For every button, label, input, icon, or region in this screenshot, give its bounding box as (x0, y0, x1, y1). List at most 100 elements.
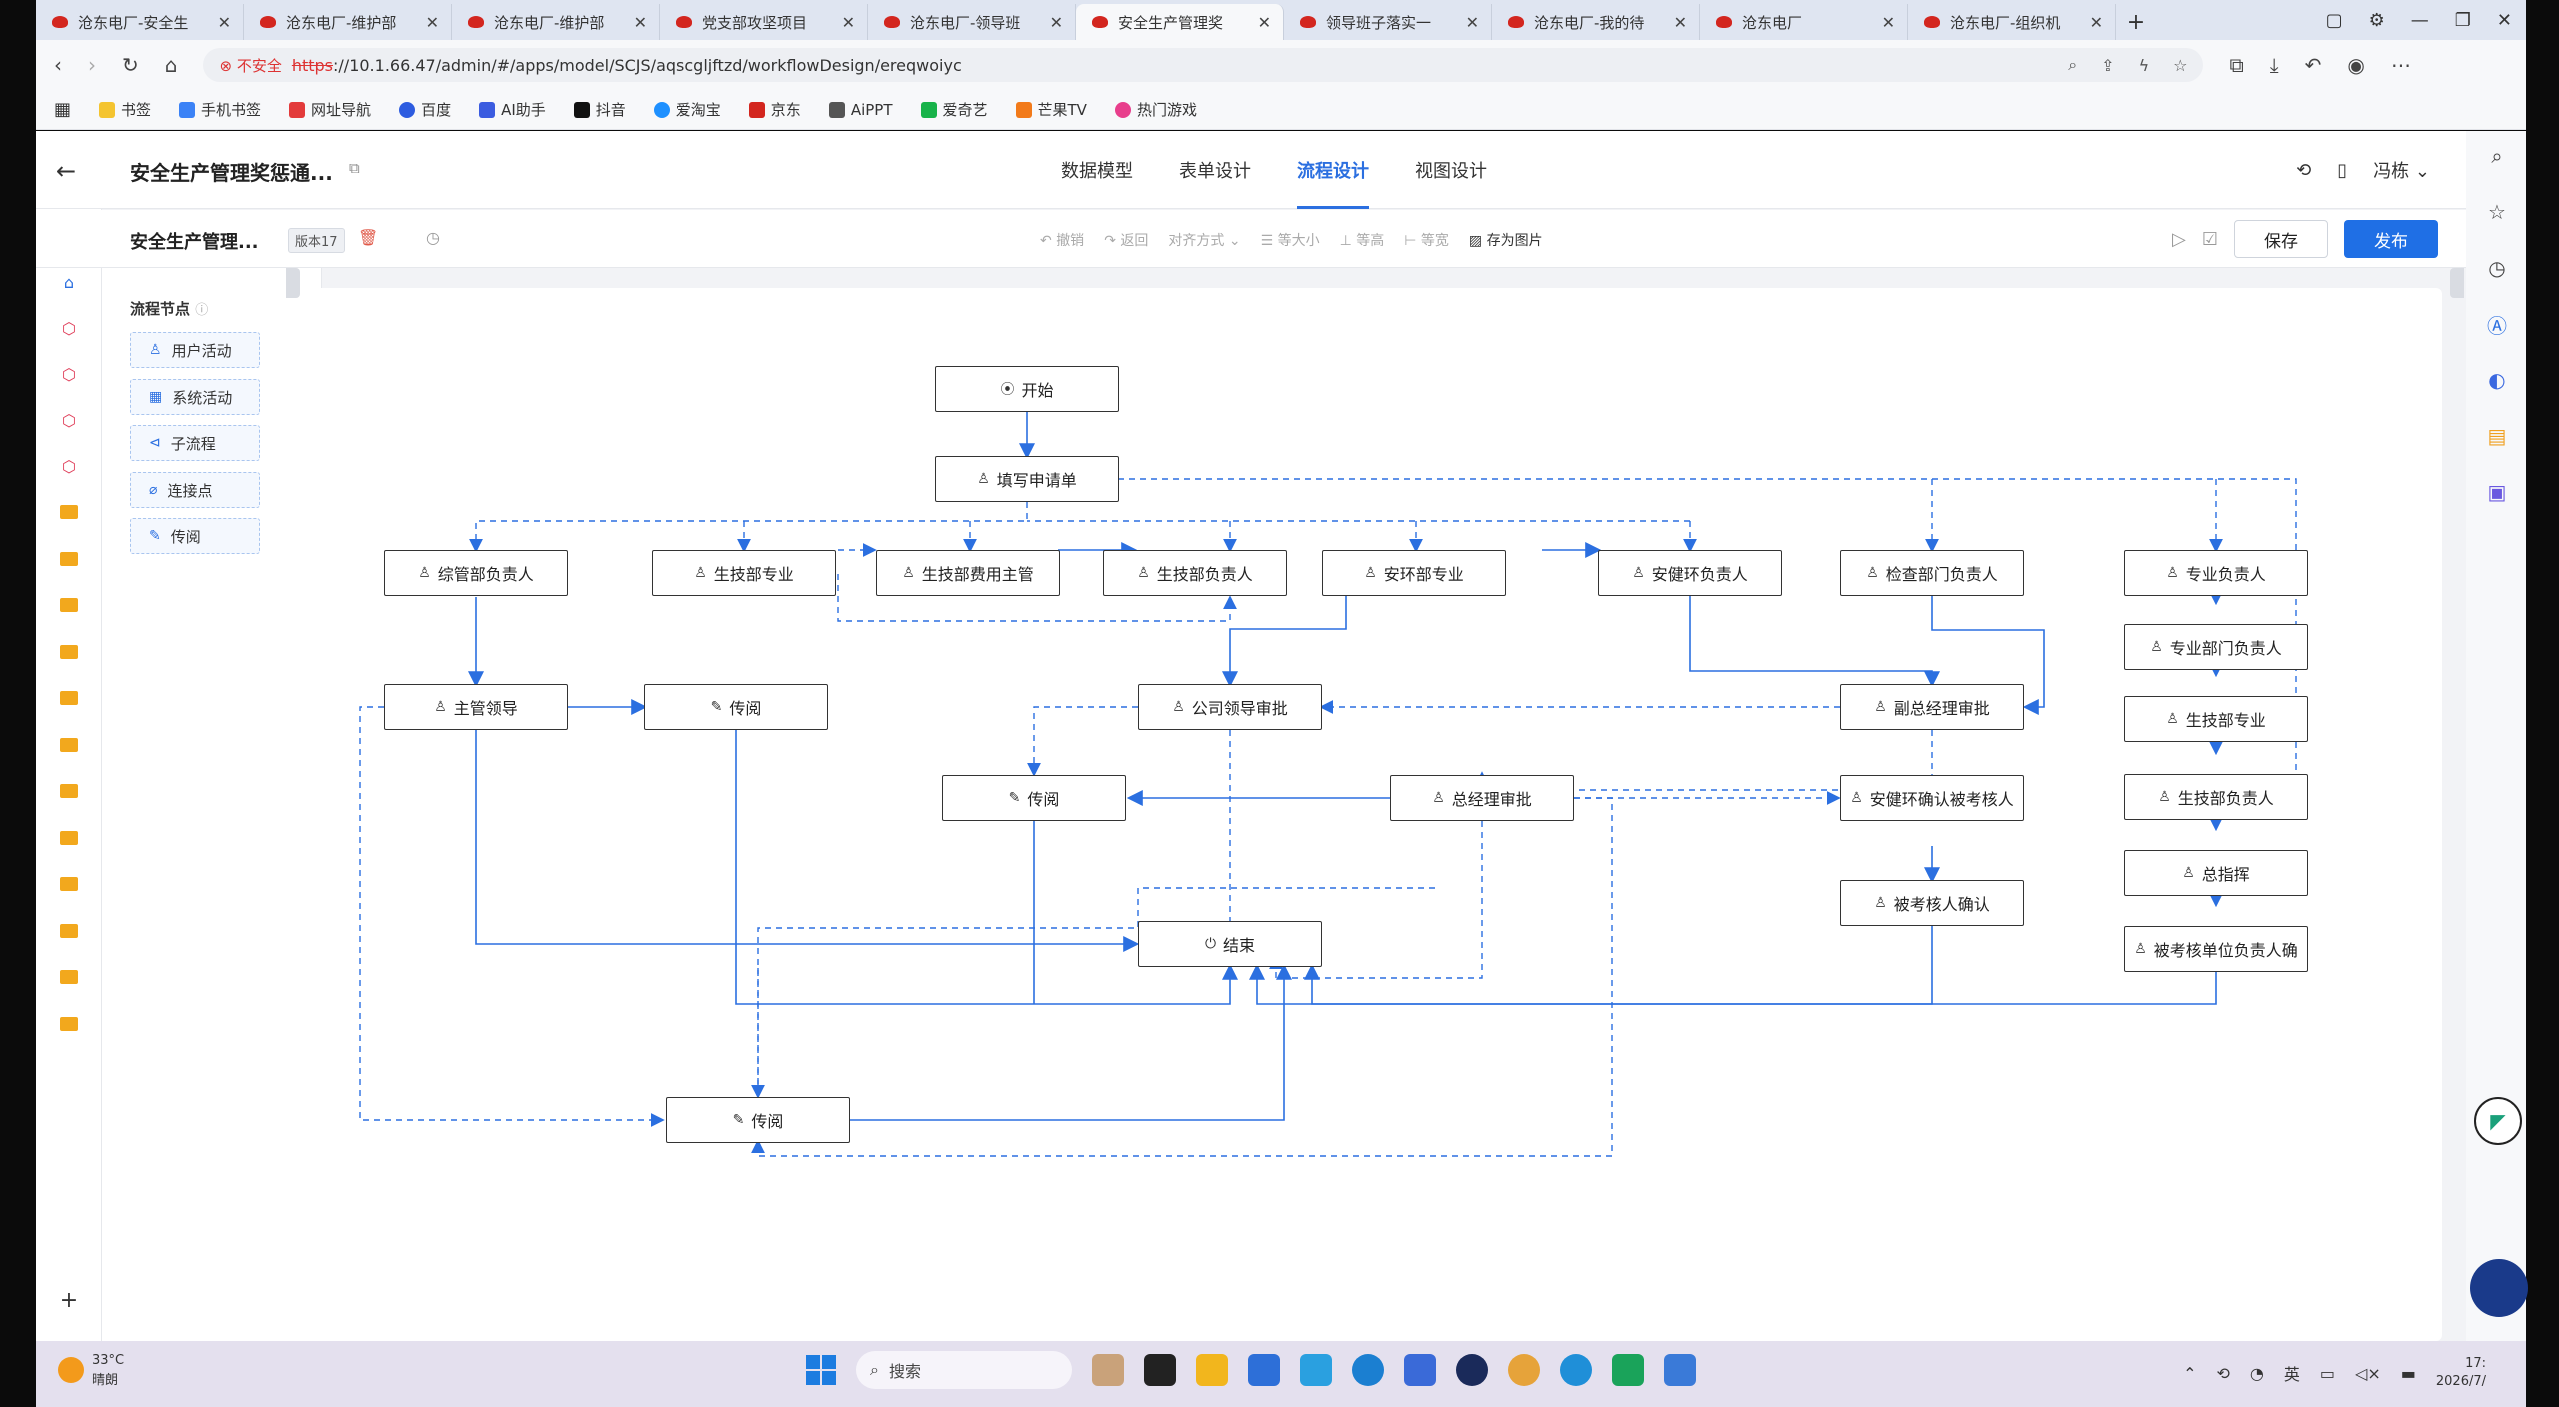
clock[interactable]: 17: 2026/7/ (2436, 1355, 2486, 1391)
bookmark-item[interactable]: 抖音 (573, 99, 626, 120)
bookmark-item[interactable]: 百度 (399, 99, 451, 120)
doc-icon[interactable]: ▯ (2337, 160, 2347, 181)
flow-node-circulate[interactable]: ✎ 传阅 (942, 775, 1126, 821)
flow-node[interactable]: ♙ 生技部负责人 (1103, 550, 1287, 596)
cube-icon[interactable]: ⬡ (58, 409, 80, 431)
briefcase-icon[interactable]: ▤ (2484, 423, 2510, 449)
apps-grid-icon[interactable]: ▦ (54, 99, 71, 120)
flow-node[interactable]: ♙ 生技部负责人 (2124, 774, 2308, 820)
browser-tab[interactable]: 沧东电厂-维护部 ✕ (244, 4, 452, 40)
battery-icon[interactable]: ▬ (2401, 1364, 2416, 1383)
bookmark-item[interactable]: 爱淘宝 (653, 99, 721, 120)
app-icon[interactable] (1508, 1354, 1540, 1386)
close-icon[interactable]: ✕ (1674, 13, 1687, 32)
extensions-puzzle-icon[interactable]: ⧉ (2229, 53, 2243, 77)
new-tab-button[interactable]: + (2116, 4, 2156, 40)
same-height-button[interactable]: ⊥ 等高 (1340, 230, 1385, 250)
bookmark-item[interactable]: 书签 (99, 99, 151, 120)
folder-icon[interactable] (58, 780, 80, 802)
properties-collapse-handle[interactable] (2450, 268, 2464, 298)
windows-start-icon[interactable] (806, 1355, 836, 1385)
browser-tab[interactable]: 沧东电厂-安全生 ✕ (36, 4, 244, 40)
flow-node[interactable]: ♙ 生技部专业 (2124, 696, 2308, 742)
download-icon[interactable]: ⤓ (2270, 53, 2279, 77)
flow-node[interactable]: ♙ 安环部专业 (1322, 550, 1506, 596)
folder-icon[interactable] (58, 827, 80, 849)
flow-node[interactable]: ♙ 专业负责人 (2124, 550, 2308, 596)
browser-tab[interactable]: 沧东电厂 ✕ (1700, 4, 1908, 40)
folder-icon[interactable] (58, 966, 80, 988)
browser-tab[interactable]: 沧东电厂-我的待 ✕ (1492, 4, 1700, 40)
palette-subprocess[interactable]: ⊲ 子流程 (130, 425, 260, 461)
bookmark-item[interactable]: 手机书签 (179, 99, 261, 120)
close-icon[interactable]: ✕ (1882, 13, 1895, 32)
search-icon[interactable]: ⌕ (2484, 143, 2510, 169)
flow-node-circulate[interactable]: ✎ 传阅 (666, 1097, 850, 1143)
folder-icon[interactable] (58, 873, 80, 895)
forward-arrow-icon[interactable]: › (88, 53, 96, 77)
extensions-icon[interactable]: ⚙ (2369, 10, 2385, 31)
browser-tab-active[interactable]: 安全生产管理奖 ✕ (1076, 4, 1284, 40)
profile-avatar-icon[interactable]: ◉ (2347, 53, 2364, 77)
star-icon[interactable]: ☆ (2173, 56, 2187, 75)
spreadsheet-icon[interactable] (1612, 1354, 1644, 1386)
file-explorer-icon[interactable] (1196, 1354, 1228, 1386)
folder-icon[interactable] (58, 641, 80, 663)
input-language[interactable]: 英 (2284, 1361, 2300, 1385)
user-menu[interactable]: 冯栋 ⌄ (2373, 157, 2430, 183)
palette-system-activity[interactable]: ▦ 系统活动 (130, 379, 260, 415)
browser-tab[interactable]: 党支部攻坚项目 ✕ (660, 4, 868, 40)
undo-history-icon[interactable]: ↶ (2305, 53, 2322, 77)
chevron-up-icon[interactable]: ⌃ (2183, 1364, 2196, 1383)
url-input[interactable]: ⊗ 不安全 https://10.1.66.47/admin/#/apps/mo… (203, 48, 2204, 82)
close-icon[interactable]: ✕ (634, 13, 647, 32)
taskbar-app-icon[interactable] (1092, 1354, 1124, 1386)
back-arrow-icon[interactable]: ‹ (54, 53, 62, 77)
tab-view-design[interactable]: 视图设计 (1415, 131, 1487, 209)
bookmark-item[interactable]: 热门游戏 (1114, 99, 1197, 120)
close-icon[interactable]: ✕ (2090, 13, 2103, 32)
checklist-icon[interactable]: ☑ (2202, 229, 2218, 250)
close-icon[interactable]: ✕ (426, 13, 439, 32)
palette-user-activity[interactable]: ♙ 用户活动 (130, 332, 260, 368)
home-icon[interactable]: ⌂ (165, 53, 178, 77)
display-icon[interactable]: ▭ (2320, 1364, 2335, 1383)
close-icon[interactable]: ✕ (218, 13, 231, 32)
bookmark-item[interactable]: 芒果TV (1015, 99, 1087, 120)
share-icon[interactable]: ⇪ (2101, 56, 2114, 75)
browser-tab[interactable]: 沧东电厂-组织机 ✕ (1908, 4, 2116, 40)
save-image-button[interactable]: ▨ 存为图片 (1469, 230, 1543, 250)
play-icon[interactable]: ▷ (2172, 229, 2186, 250)
browser-icon[interactable] (1352, 1354, 1384, 1386)
folder-icon[interactable] (58, 548, 80, 570)
bookmark-item[interactable]: 爱奇艺 (920, 99, 988, 120)
sync-icon[interactable]: ⟲ (2217, 1364, 2230, 1383)
same-width-button[interactable]: ⊢ 等宽 (1404, 230, 1449, 250)
folder-icon[interactable] (58, 687, 80, 709)
tab-data-model[interactable]: 数据模型 (1061, 131, 1133, 209)
assistant-orb-icon[interactable] (2470, 1259, 2528, 1317)
external-link-icon[interactable]: ⧉ (349, 159, 360, 177)
remote-desktop-icon[interactable] (1664, 1354, 1696, 1386)
weather-widget[interactable]: 33°C 晴朗 (58, 1351, 124, 1391)
flow-node[interactable]: ♙ 综管部负责人 (384, 550, 568, 596)
help-icon[interactable]: ⓘ (195, 303, 208, 318)
bookmark-item[interactable]: 网址导航 (289, 99, 371, 120)
publish-button[interactable]: 发布 (2344, 220, 2438, 258)
tab-flow-design[interactable]: 流程设计 (1297, 131, 1369, 209)
task-view-icon[interactable] (1144, 1354, 1176, 1386)
folder-icon[interactable] (58, 920, 80, 942)
undo-button[interactable]: ↶ 撤销 (1040, 230, 1084, 250)
game-controller-icon[interactable]: ◐ (2484, 367, 2510, 393)
redo-button[interactable]: ↷ 返回 (1104, 230, 1148, 250)
flow-node[interactable]: ♙ 生技部费用主管 (876, 550, 1060, 596)
browser-tab[interactable]: 领导班子落实一 ✕ (1284, 4, 1492, 40)
folder-icon[interactable] (58, 594, 80, 616)
flow-node[interactable]: ♙ 副总经理审批 (1840, 684, 2024, 730)
flow-node[interactable]: ♙ 总经理审批 (1390, 775, 1574, 821)
lightning-icon[interactable]: ϟ (2139, 56, 2150, 75)
send-icon[interactable]: ◤ (2474, 1097, 2522, 1145)
tab-form-design[interactable]: 表单设计 (1179, 131, 1251, 209)
sync-icon[interactable]: ⟲ (2296, 160, 2311, 181)
flow-node[interactable]: ♙ 安健环确认被考核人 (1840, 775, 2024, 821)
